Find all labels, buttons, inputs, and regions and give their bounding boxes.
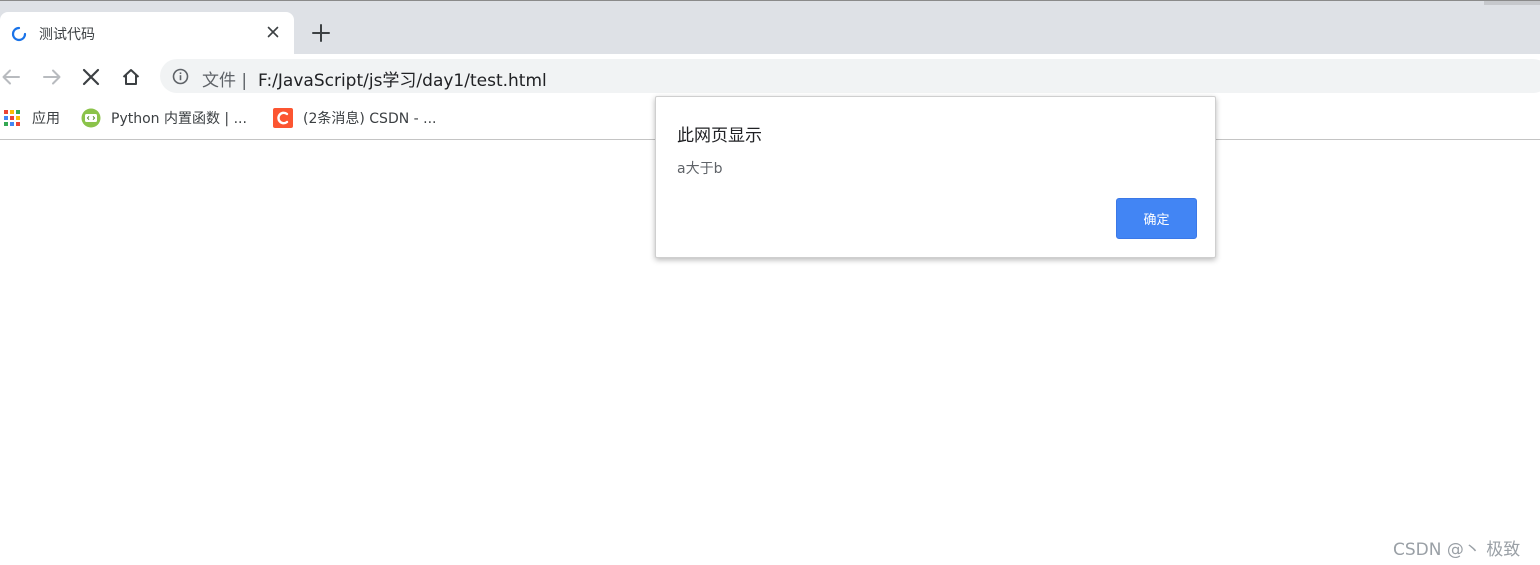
bookmark-apps[interactable]: 应用 <box>4 107 60 129</box>
info-icon[interactable] <box>172 68 189 85</box>
tab-active[interactable]: 测试代码 <box>0 12 294 55</box>
csdn-favicon-icon <box>273 108 293 128</box>
bookmark-label: 应用 <box>32 111 60 127</box>
alert-dialog: 此网页显示 a大于b 确定 <box>655 96 1216 258</box>
browser-toolbar: 文件 | F:/JavaScript/js学习/day1/test.html <box>0 54 1540 98</box>
bookmark-csdn[interactable]: (2条消息) CSDN - ... <box>273 107 437 129</box>
stop-loading-icon[interactable] <box>80 66 102 88</box>
url-text[interactable]: F:/JavaScript/js学习/day1/test.html <box>258 66 547 91</box>
loading-spinner-icon <box>11 26 27 42</box>
new-tab-button[interactable] <box>310 22 332 44</box>
dialog-title: 此网页显示 <box>677 126 762 146</box>
window-corner-mark <box>1484 1 1540 5</box>
url-scheme-label: 文件 | <box>202 71 248 91</box>
bookmark-python[interactable]: Python 内置函数 | ... <box>81 107 247 129</box>
bookmark-label: (2条消息) CSDN - ... <box>303 111 437 127</box>
apps-grid-icon <box>4 110 20 126</box>
forward-arrow-icon[interactable] <box>41 66 63 88</box>
tab-strip: 测试代码 <box>0 0 1540 55</box>
back-arrow-icon[interactable] <box>0 66 22 88</box>
close-icon[interactable] <box>265 24 281 40</box>
python-favicon-icon <box>81 108 101 128</box>
ok-button[interactable]: 确定 <box>1116 198 1197 239</box>
home-icon[interactable] <box>120 66 142 88</box>
tab-title: 测试代码 <box>39 27 95 43</box>
bookmark-label: Python 内置函数 | ... <box>111 111 247 127</box>
dialog-message: a大于b <box>677 161 723 177</box>
watermark: CSDN @丶 极致 <box>1393 540 1521 560</box>
address-bar[interactable]: 文件 | F:/JavaScript/js学习/day1/test.html <box>160 59 1540 93</box>
